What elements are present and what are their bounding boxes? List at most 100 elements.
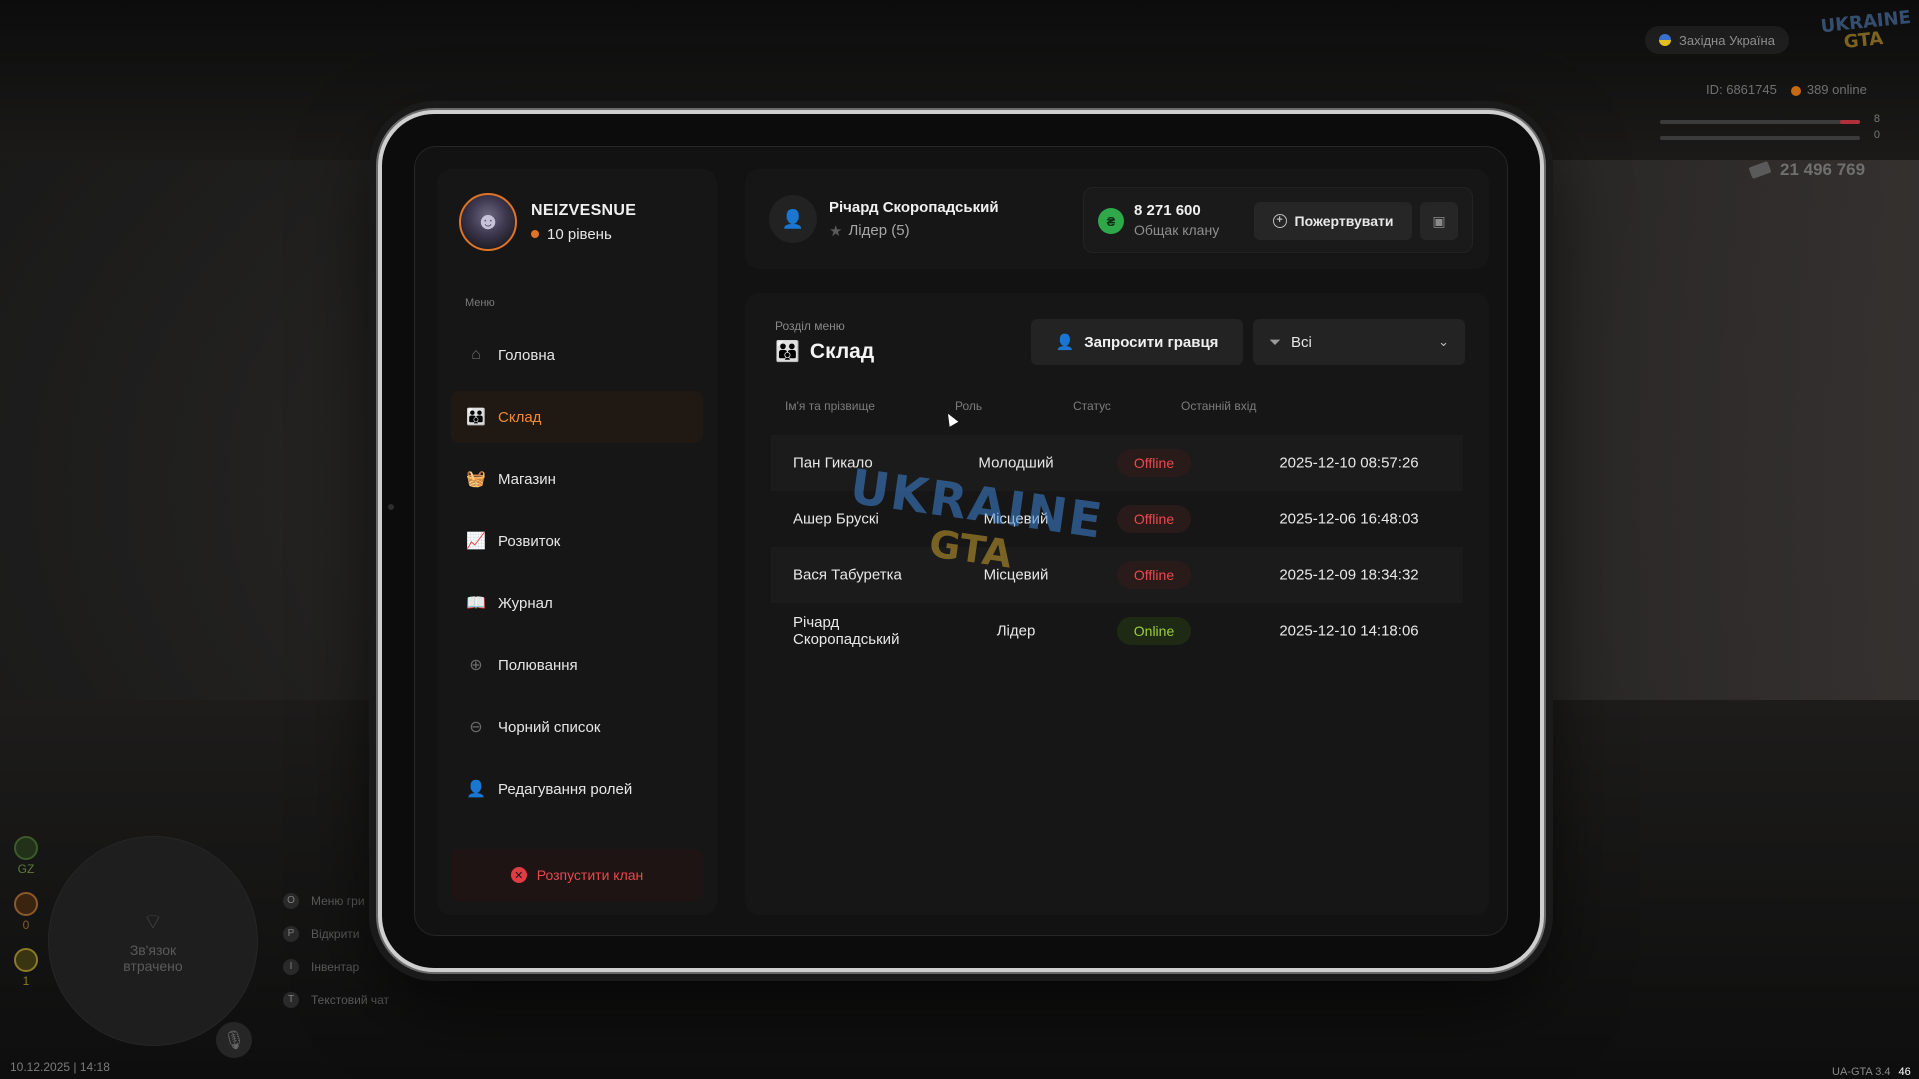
table-row[interactable]: Вася Табуретка Місцевий Offline 2025-12-…: [771, 547, 1463, 603]
health-value: 8: [1873, 113, 1880, 125]
invite-player-button[interactable]: 👤 Запросити гравця: [1031, 319, 1243, 365]
sidebar: ☻ NEIZVESNUE 10 рівень Меню ⌂ Головна 👪: [437, 169, 717, 915]
member-role: Лідер: [996, 622, 1036, 640]
hint-row: T Текстовий чат: [283, 983, 389, 1016]
minimap-status: Зв'язок втрачено: [123, 942, 183, 974]
table-row[interactable]: Річард Скоропадський Лідер Online 2025-1…: [771, 603, 1463, 659]
bank-history-button[interactable]: ▣: [1420, 202, 1458, 240]
sidebar-item-label: Склад: [498, 408, 542, 426]
member-last-login: 2025-12-10 08:57:26: [1279, 454, 1419, 472]
disband-clan-button[interactable]: ✕ Розпустити клан: [451, 849, 703, 901]
member-last-login: 2025-12-09 18:34:32: [1279, 566, 1419, 584]
hud-id-line: ID: 6861745 389 online: [1706, 82, 1867, 97]
sidebar-item-members[interactable]: 👪 Склад: [451, 391, 703, 443]
hud-stat-1-label: GZ: [17, 862, 35, 876]
member-role: Молодший: [978, 454, 1054, 472]
online-count-wrap: 389 online: [1790, 82, 1867, 97]
online-count: 389 online: [1806, 82, 1867, 97]
filter-icon: ⏷: [1269, 333, 1282, 351]
disband-label: Розпустити клан: [536, 867, 644, 883]
member-last-login: 2025-12-10 14:18:06: [1279, 622, 1419, 640]
hint-row: O Меню гри: [283, 884, 389, 917]
book-icon: 📖: [466, 595, 486, 612]
member-name: Річард Скоропадський: [793, 614, 900, 648]
tablet-side-button: [372, 160, 376, 208]
cash-icon: [1748, 160, 1772, 180]
hud-stat-1: GZ: [14, 836, 38, 876]
member-name: Вася Табуретка: [793, 566, 902, 584]
hint-key: I: [283, 958, 299, 975]
sidebar-item-journal[interactable]: 📖 Журнал: [451, 577, 703, 629]
sidebar-item-label: Журнал: [498, 594, 553, 612]
online-dot-icon: [1790, 85, 1801, 96]
sidebar-item-hunting[interactable]: ⊕ Полювання: [451, 639, 703, 691]
hint-label: Текстовий чат: [311, 992, 390, 1007]
sidebar-item-label: Магазин: [498, 470, 556, 488]
filter-select[interactable]: ⏷ Всі ⌄: [1253, 319, 1465, 365]
hint-key: O: [283, 892, 299, 909]
home-icon: ⌂: [471, 346, 481, 363]
hud-money: 21 496 769: [1748, 160, 1866, 180]
bank-label: Общак клану: [1134, 222, 1220, 238]
members-panel: Розділ меню 👪 Склад 👤 Запросити гравця ⏷…: [745, 293, 1489, 915]
sidebar-item-blacklist[interactable]: ⊖ Чорний список: [451, 701, 703, 753]
microphone-icon[interactable]: 🎙: [216, 1022, 252, 1058]
donate-label: Пожертвувати: [1294, 213, 1394, 229]
page-title: 👪 Склад: [775, 339, 874, 364]
hint-key: P: [283, 925, 299, 942]
status-ring-icon: [14, 836, 38, 860]
chart-icon: 📈: [466, 533, 486, 550]
hint-label: Відкрити: [311, 926, 360, 941]
close-circle-icon: ✕: [510, 867, 527, 883]
column-header-name: Ім'я та прізвище: [785, 399, 875, 413]
clan-bank: ₴ 8 271 600 Общак клану + Пожертвувати ▣: [1083, 187, 1473, 253]
hud-money-value: 21 496 769: [1780, 160, 1866, 179]
user-plus-icon: 👤: [1055, 334, 1075, 351]
sidebar-item-home[interactable]: ⌂ Головна: [451, 329, 703, 381]
tablet-screen: ☻ NEIZVESNUE 10 рівень Меню ⌂ Головна 👪: [414, 146, 1508, 936]
hryvnia-coin-icon: ₴: [1098, 208, 1124, 234]
profile-level: 10 рівень: [531, 226, 636, 243]
hud-stat-2: 0: [14, 892, 38, 932]
members-icon: 👪: [775, 341, 800, 363]
status-badge: Offline: [1117, 505, 1191, 533]
game-version-suffix: 46: [1898, 1066, 1911, 1078]
sidebar-menu: ⌂ Головна 👪 Склад 🧺 Магазин 📈 Розвиток 📖: [451, 329, 703, 825]
status-badge: Online: [1117, 617, 1191, 645]
filter-value: Всі: [1291, 333, 1312, 351]
table-header: Ім'я та прізвище Роль Статус Останній вх…: [771, 399, 1463, 419]
hint-key: T: [283, 991, 299, 1008]
key-hints: O Меню гри P Відкрити I Інвентар T Текстовий…: [283, 884, 389, 1016]
blocked-icon: ⊖: [469, 719, 483, 736]
table-row[interactable]: Ашер Бруcкі Місцевий Offline 2025-12-06 …: [771, 491, 1463, 547]
crosshair-icon: ⊕: [469, 657, 483, 674]
sidebar-item-shop[interactable]: 🧺 Магазин: [451, 453, 703, 505]
hint-row: I Інвентар: [283, 950, 389, 983]
sidebar-item-role-editing[interactable]: 👤 Редагування ролей: [451, 763, 703, 815]
shop-icon: 🧺: [466, 471, 486, 488]
section-caption: Розділ меню: [775, 319, 845, 333]
column-header-role: Роль: [955, 399, 983, 413]
donate-button[interactable]: + Пожертвувати: [1254, 202, 1412, 240]
archive-icon: ▣: [1432, 212, 1446, 229]
armor-bar: 0: [1660, 129, 1880, 141]
sidebar-item-label: Полювання: [498, 656, 578, 674]
hud-region-badge: Західна Україна: [1645, 26, 1789, 54]
leader-role-label: Лідер (5): [848, 222, 910, 239]
table-row[interactable]: Пан Гикало Молодший Offline 2025-12-10 0…: [771, 435, 1463, 491]
hud-region-label: Західна Україна: [1679, 32, 1775, 48]
leader-name: Річард Скоропадський: [829, 198, 999, 216]
hint-row: P Відкрити: [283, 917, 389, 950]
profile-level-label: 10 рівень: [547, 225, 612, 243]
sidebar-item-development[interactable]: 📈 Розвиток: [451, 515, 703, 567]
level-dot-icon: [531, 230, 539, 238]
clan-header-card: 👤 Річард Скоропадський ★ Лідер (5) ₴ 8 2…: [745, 169, 1489, 269]
profile-info: NEIZVESNUE 10 рівень: [531, 202, 636, 243]
hud-stat-2-label: 0: [22, 918, 30, 932]
flag-icon: [1659, 34, 1671, 46]
invite-label: Запросити гравця: [1084, 333, 1219, 351]
hunger-ring-icon: [14, 892, 38, 916]
page-title-label: Склад: [809, 339, 875, 363]
sidebar-item-label: Редагування ролей: [498, 780, 633, 798]
member-role: Місцевий: [983, 510, 1049, 528]
